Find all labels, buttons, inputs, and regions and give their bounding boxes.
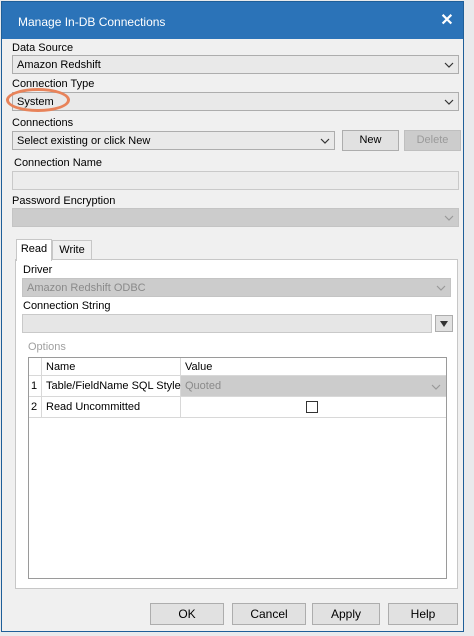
triangle-down-icon	[440, 321, 448, 327]
chevron-down-icon	[320, 138, 330, 144]
cancel-button[interactable]: Cancel	[232, 603, 306, 625]
row-number: 2	[29, 397, 42, 418]
data-source-select[interactable]: Amazon Redshift	[12, 55, 459, 74]
connections-label: Connections	[12, 117, 74, 129]
help-button[interactable]: Help	[388, 603, 458, 625]
option-value-dropdown[interactable]: Quoted	[181, 376, 446, 397]
connection-name-label: Connection Name	[14, 157, 103, 169]
options-grid: Name Value 1 Table/FieldName SQL Style Q…	[28, 357, 447, 579]
tab-read[interactable]: Read	[16, 239, 52, 261]
tab-write[interactable]: Write	[52, 240, 92, 260]
read-uncommitted-checkbox[interactable]	[306, 401, 318, 413]
option-name-cell[interactable]: Read Uncommitted	[42, 397, 181, 418]
driver-value: Amazon Redshift ODBC	[27, 282, 146, 294]
grid-corner	[29, 358, 42, 376]
option-value-text: Quoted	[185, 380, 222, 392]
data-source-label: Data Source	[12, 42, 74, 54]
chevron-down-icon	[444, 99, 454, 105]
data-source-value: Amazon Redshift	[17, 59, 101, 71]
password-encryption-select[interactable]	[12, 208, 459, 227]
manage-indb-connections-dialog: Manage In-DB Connections ✕ Data Source A…	[1, 1, 464, 632]
column-header-name[interactable]: Name	[42, 358, 181, 376]
delete-connection-button[interactable]: Delete	[404, 130, 461, 151]
column-header-value[interactable]: Value	[181, 358, 446, 376]
password-encryption-label: Password Encryption	[12, 195, 116, 207]
connections-select[interactable]: Select existing or click New	[12, 131, 335, 150]
new-connection-button[interactable]: New	[342, 130, 399, 151]
row-number: 1	[29, 376, 42, 397]
chevron-down-icon	[444, 215, 454, 221]
options-label: Options	[28, 341, 66, 353]
connection-string-label: Connection String	[23, 300, 111, 312]
ok-button[interactable]: OK	[150, 603, 224, 625]
chevron-down-icon	[431, 384, 441, 390]
driver-select[interactable]: Amazon Redshift ODBC	[22, 278, 451, 297]
highlight-annotation	[6, 88, 70, 112]
chevron-down-icon	[444, 62, 454, 68]
chevron-down-icon	[436, 285, 446, 291]
driver-label: Driver	[23, 264, 53, 276]
close-icon[interactable]: ✕	[437, 11, 457, 31]
connection-string-field[interactable]	[22, 314, 432, 333]
apply-button[interactable]: Apply	[312, 603, 380, 625]
option-value-cell	[181, 397, 446, 418]
title-bar[interactable]: Manage In-DB Connections ✕	[2, 2, 463, 39]
connection-type-select[interactable]: System	[12, 92, 459, 111]
connections-value: Select existing or click New	[17, 135, 151, 147]
window-title: Manage In-DB Connections	[18, 15, 166, 29]
connection-name-field[interactable]	[12, 171, 459, 190]
option-name-cell[interactable]: Table/FieldName SQL Style	[42, 376, 181, 397]
connection-string-dropdown-button[interactable]	[435, 315, 453, 332]
